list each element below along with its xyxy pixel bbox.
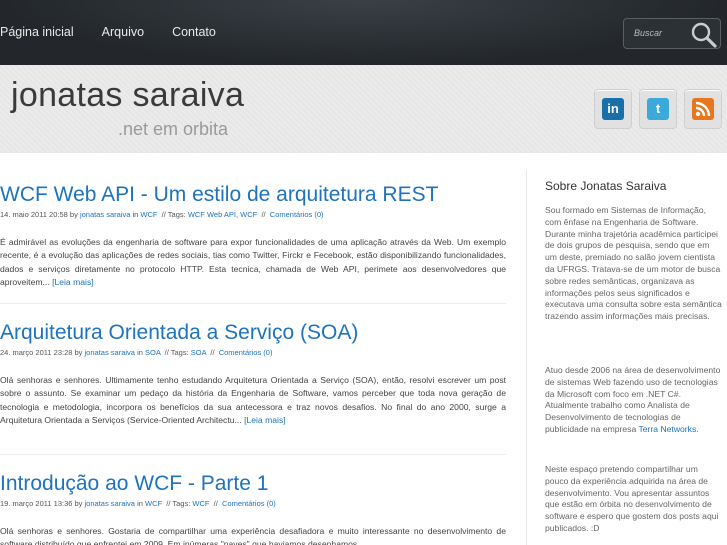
read-more-link[interactable]: [Leia mais] [244, 415, 286, 425]
post-tags-label: // Tags: [166, 499, 191, 508]
post-category-link[interactable]: SOA [145, 348, 160, 357]
sidebar-paragraph-end: . [696, 423, 699, 434]
post-comments-link[interactable]: Comentários (0) [270, 210, 324, 219]
post-excerpt: Olá senhoras e senhores. Ultimamente ten… [0, 374, 506, 427]
post-meta: 19. março 2011 13:36 by jonatas saraiva … [0, 499, 276, 508]
post-date: 14. maio 2011 20:58 by [0, 210, 78, 219]
sidebar-paragraph: Atuo desde 2006 na área de desenvolvimen… [545, 365, 722, 436]
sidebar-title: Sobre Jonatas Saraiva [545, 179, 667, 193]
post-title[interactable]: WCF Web API - Um estilo de arquitetura R… [0, 183, 438, 207]
twitter-icon: t [647, 98, 669, 120]
post-author-link[interactable]: jonatas saraiva [85, 499, 135, 508]
post-title[interactable]: Introdução ao WCF - Parte 1 [0, 472, 268, 496]
twitter-button[interactable]: t [639, 89, 677, 129]
post-comments-link[interactable]: Comentários (0) [219, 348, 273, 357]
post-excerpt: Olá senhoras e senhores. Gostaria de com… [0, 525, 506, 545]
post-in-label: in [137, 499, 143, 508]
post-separator: // [210, 348, 215, 357]
post-category-link[interactable]: WCF [140, 210, 157, 219]
post-author-link[interactable]: jonatas saraiva [80, 210, 130, 219]
terra-networks-link[interactable]: Terra Networks [638, 424, 696, 434]
nav-archive[interactable]: Arquivo [102, 25, 144, 39]
rss-icon [692, 98, 714, 120]
post-separator: // [261, 210, 266, 219]
post-meta: 14. maio 2011 20:58 by jonatas saraiva i… [0, 210, 324, 219]
search-input[interactable]: Buscar [634, 28, 662, 38]
post-separator: // [213, 499, 218, 508]
post-comments-link[interactable]: Comentários (0) [222, 499, 276, 508]
site-title[interactable]: jonatas saraiva [11, 76, 244, 115]
post-in-label: in [132, 210, 139, 219]
search-icon[interactable] [688, 20, 718, 48]
post-date: 24. março 2011 23:28 by [0, 348, 83, 357]
post-title[interactable]: Arquitetura Orientada a Serviço (SOA) [0, 321, 358, 345]
top-navigation-bar: Página inicial Arquivo Contato Buscar [0, 0, 727, 65]
site-subtitle: .net em orbita [118, 119, 229, 139]
post-divider [0, 303, 506, 304]
nav-contact[interactable]: Contato [172, 25, 216, 39]
read-more-link[interactable]: [Leia mais] [52, 277, 94, 287]
linkedin-button[interactable]: in [594, 89, 632, 129]
post-tags-label: // Tags: [161, 210, 186, 219]
post-category-link[interactable]: WCF [145, 499, 162, 508]
post-divider [0, 454, 506, 455]
main-nav: Página inicial Arquivo Contato [0, 25, 244, 39]
post-in-label: in [137, 348, 143, 357]
post-date: 19. março 2011 13:36 by [0, 499, 83, 508]
rss-button[interactable] [684, 89, 722, 129]
post-tags-link[interactable]: WCF [192, 499, 209, 508]
search-box[interactable]: Buscar [623, 18, 721, 49]
post-author-link[interactable]: jonatas saraiva [85, 348, 135, 357]
post-tags-link[interactable]: WCF Web API, WCF [188, 210, 257, 219]
post-meta: 24. março 2011 23:28 by jonatas saraiva … [0, 348, 272, 357]
post-tags-link[interactable]: SOA [191, 348, 206, 357]
post-tags-label: // Tags: [164, 348, 189, 357]
sidebar-paragraph: Neste espaço pretendo compartilhar um po… [545, 464, 719, 533]
linkedin-icon: in [602, 98, 624, 120]
post-excerpt-text: Olá senhoras e senhores. Gostaria de com… [0, 526, 506, 545]
nav-home[interactable]: Página inicial [0, 25, 74, 39]
sidebar-paragraph: Sou formado em Sistemas de Informação, c… [545, 205, 722, 322]
post-excerpt: É admirável as evoluções da engenharia d… [0, 236, 506, 289]
sidebar-divider [526, 170, 527, 545]
